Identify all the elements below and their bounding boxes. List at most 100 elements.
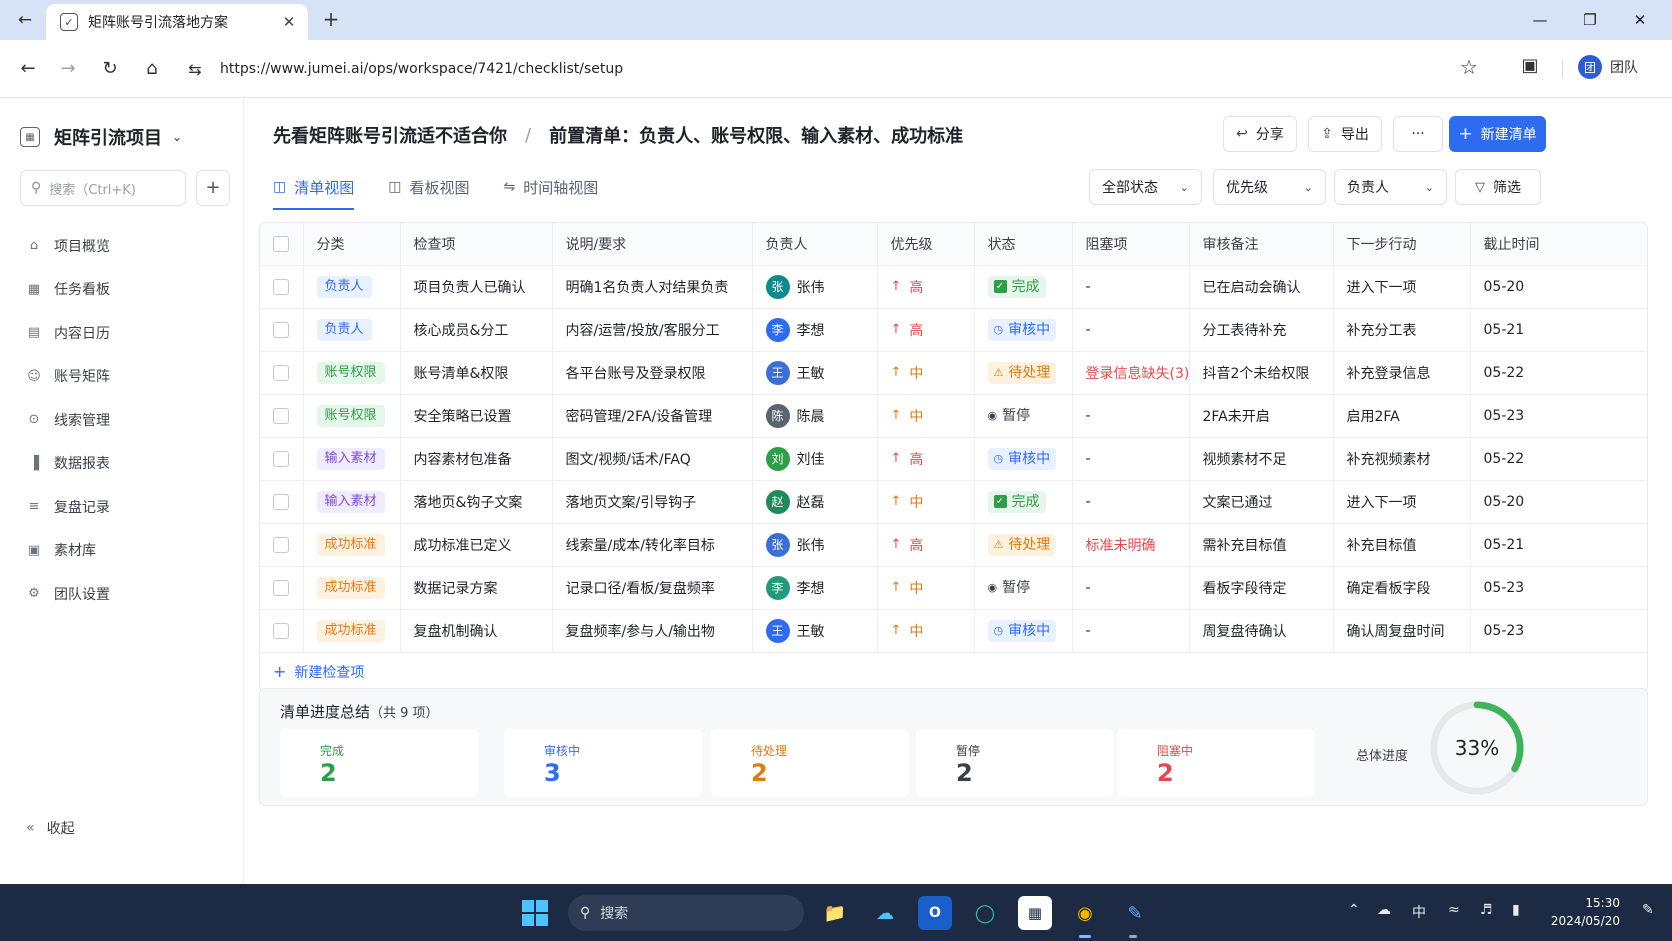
status-cell[interactable]: ◷ 审核中 [974, 437, 1073, 481]
table-row[interactable]: 账号权限 安全策略已设置 密码管理/2FA/设备管理陈陈晨 ↑ 中 ◉ 暂停 -2FA未开启启… [260, 394, 1647, 438]
store-icon[interactable]: ▦ [1018, 896, 1052, 930]
add-check-item-button[interactable]: + 新建检查项 [260, 653, 1647, 691]
owner-cell[interactable]: 李李想 [752, 566, 878, 610]
owner-cell[interactable]: 张张伟 [752, 523, 878, 567]
row-checkbox[interactable] [273, 407, 290, 424]
collapse-sidebar-button[interactable]: « 收起 [26, 818, 75, 838]
new-checklist-button[interactable]: + 新建清单 [1449, 116, 1546, 152]
sidebar-item[interactable]: ⌂ 项目概览 [16, 224, 228, 268]
share-button[interactable]: ↩ 分享 [1223, 116, 1297, 152]
restore-icon[interactable]: ❐ [1570, 8, 1610, 32]
status-badge[interactable]: ◷ 审核中 [987, 619, 1057, 642]
status-badge[interactable]: ◉ 暂停 [988, 405, 1037, 427]
battery-icon[interactable]: ▮ [1512, 902, 1520, 918]
sidebar-item[interactable]: ≡ 复盘记录 [16, 485, 228, 529]
more-button[interactable]: ··· [1393, 116, 1443, 152]
table-row[interactable]: 成功标准 复盘机制确认 复盘频率/参与人/输出物王王敏 ↑ 中 ◷ 审核中 - 周复盘待确认 确认… [260, 609, 1647, 653]
tab-timeline-view[interactable]: ⇋ 时间轴视图 [504, 166, 599, 208]
project-switcher[interactable]: ▦ 矩阵引流项目 ⌄ [20, 124, 182, 150]
owner-filter-select[interactable]: 负责人 ⌄ [1334, 169, 1447, 205]
row-checkbox-cell[interactable] [260, 265, 304, 309]
status-cell[interactable]: ◷ 审核中 [974, 609, 1073, 653]
profile-button[interactable]: 团 团队 [1578, 55, 1638, 79]
row-checkbox[interactable] [273, 364, 290, 381]
status-cell[interactable]: ◉ 暂停 [974, 394, 1073, 438]
browser-back-icon[interactable]: ← [10, 6, 40, 34]
sidebar-item[interactable]: ⚙ 团队设置 [16, 572, 228, 616]
status-badge[interactable]: ✓ 完成 [987, 490, 1046, 513]
row-checkbox[interactable] [273, 493, 290, 510]
outlook-icon[interactable]: O [918, 896, 952, 930]
status-badge[interactable]: ⚠ 待处理 [987, 533, 1057, 556]
tray-overflow-icon[interactable]: ⌃ [1348, 902, 1360, 918]
tab-close-icon[interactable]: ✕ [280, 13, 298, 31]
priority-filter-select[interactable]: 优先级 ⌄ [1213, 169, 1326, 205]
chrome-browser-icon[interactable]: ◉ [1068, 896, 1102, 930]
row-checkbox-cell[interactable] [260, 351, 304, 395]
reload-icon[interactable]: ↻ [96, 55, 124, 83]
table-row[interactable]: 负责人 项目负责人已确认 明确1名负责人对结果负责张张伟 ↑ 高 ✓ 完成 - 已在启动会确认进… [260, 265, 1647, 309]
table-row[interactable]: 成功标准 数据记录方案 记录口径/看板/复盘频率李李想 ↑ 中 ◉ 暂停 - 看板字段待定 确定看… [260, 566, 1647, 610]
status-cell[interactable]: ◷ 审核中 [974, 308, 1073, 352]
sidebar-add-button[interactable]: + [196, 170, 230, 206]
extensions-icon[interactable]: ▣ [1518, 55, 1542, 79]
owner-cell[interactable]: 陈陈晨 [752, 394, 878, 438]
export-button[interactable]: ⇪ 导出 [1308, 116, 1382, 152]
window-close-icon[interactable]: ✕ [1620, 8, 1660, 32]
sidebar-item[interactable]: ▣ 素材库 [16, 529, 228, 573]
table-row[interactable]: 成功标准 成功标准已定义 线索量/成本/转化率目标张张伟 ↑ 高 ⚠ 待处理 标准未明确 需补充… [260, 523, 1647, 567]
taskbar-clock[interactable]: 15:30 2024/05/20 [1548, 894, 1620, 930]
site-settings-icon[interactable]: ⇆ [180, 60, 210, 79]
onedrive-icon[interactable]: ☁ [1377, 902, 1391, 918]
bookmark-star-icon[interactable]: ☆ [1460, 55, 1478, 79]
table-row[interactable]: 输入素材 落地页&钩子文案 落地页文案/引导钩子赵赵磊 ↑ 中 ✓ 完成 - 文案已通过 进入下一… [260, 480, 1647, 524]
pen-app-icon[interactable]: ✎ [1118, 896, 1152, 930]
row-checkbox[interactable] [273, 321, 290, 338]
status-filter-select[interactable]: 全部状态 ⌄ [1089, 169, 1202, 205]
owner-cell[interactable]: 王王敏 [752, 351, 878, 395]
breadcrumb-parent[interactable]: 先看矩阵账号引流适不适合你 [273, 122, 507, 148]
status-badge[interactable]: ◉ 暂停 [988, 577, 1037, 599]
owner-cell[interactable]: 刘刘佳 [752, 437, 878, 481]
volume-icon[interactable]: ♬ [1480, 902, 1493, 918]
status-badge[interactable]: ◷ 审核中 [987, 318, 1057, 341]
edge-browser-icon[interactable]: ◯ [968, 896, 1002, 930]
status-cell[interactable]: ⚠ 待处理 [974, 523, 1073, 567]
new-tab-button[interactable]: + [318, 8, 344, 32]
select-all-checkbox[interactable] [273, 235, 290, 252]
minimize-icon[interactable]: — [1520, 8, 1560, 32]
row-checkbox-cell[interactable] [260, 480, 304, 524]
status-badge[interactable]: ⚠ 待处理 [987, 361, 1057, 384]
row-checkbox[interactable] [273, 536, 290, 553]
owner-cell[interactable]: 张张伟 [752, 265, 878, 309]
row-checkbox[interactable] [273, 622, 290, 639]
sidebar-item[interactable]: ☺ 账号矩阵 [16, 355, 228, 399]
row-checkbox-cell[interactable] [260, 394, 304, 438]
status-badge[interactable]: ◷ 审核中 [987, 447, 1057, 470]
owner-cell[interactable]: 王王敏 [752, 609, 878, 653]
status-cell[interactable]: ✓ 完成 [974, 265, 1073, 309]
ime-indicator[interactable]: 中 [1412, 902, 1426, 922]
back-arrow-icon[interactable]: ← [14, 55, 42, 83]
status-cell[interactable]: ◉ 暂停 [974, 566, 1073, 610]
url-field[interactable]: ⇆ https://www.jumei.ai/ops/workspace/742… [180, 50, 1480, 88]
row-checkbox[interactable] [273, 278, 290, 295]
owner-cell[interactable]: 赵赵磊 [752, 480, 878, 524]
select-all-checkbox-cell[interactable] [260, 223, 304, 266]
row-checkbox-cell[interactable] [260, 308, 304, 352]
status-cell[interactable]: ✓ 完成 [974, 480, 1073, 524]
row-checkbox[interactable] [273, 450, 290, 467]
file-explorer-icon[interactable]: 📁 [818, 896, 852, 930]
status-cell[interactable]: ⚠ 待处理 [974, 351, 1073, 395]
start-menu-icon[interactable] [518, 896, 552, 930]
wifi-icon[interactable]: ≈ [1448, 902, 1460, 918]
row-checkbox-cell[interactable] [260, 437, 304, 481]
row-checkbox-cell[interactable] [260, 566, 304, 610]
forward-arrow-icon[interactable]: → [54, 55, 82, 83]
table-row[interactable]: 输入素材 内容素材包准备 图文/视频/话术/FAQ 刘刘佳 ↑ 高 ◷ 审核中 - 视频素材不足补… [260, 437, 1647, 481]
row-checkbox-cell[interactable] [260, 523, 304, 567]
table-row[interactable]: 负责人 核心成员&分工 内容/运营/投放/客服分工李李想 ↑ 高 ◷ 审核中 - 分工表待补充补… [260, 308, 1647, 352]
weather-app-icon[interactable]: ☁ [868, 896, 902, 930]
row-checkbox[interactable] [273, 579, 290, 596]
filter-button[interactable]: ▽ 筛选 [1455, 169, 1541, 205]
